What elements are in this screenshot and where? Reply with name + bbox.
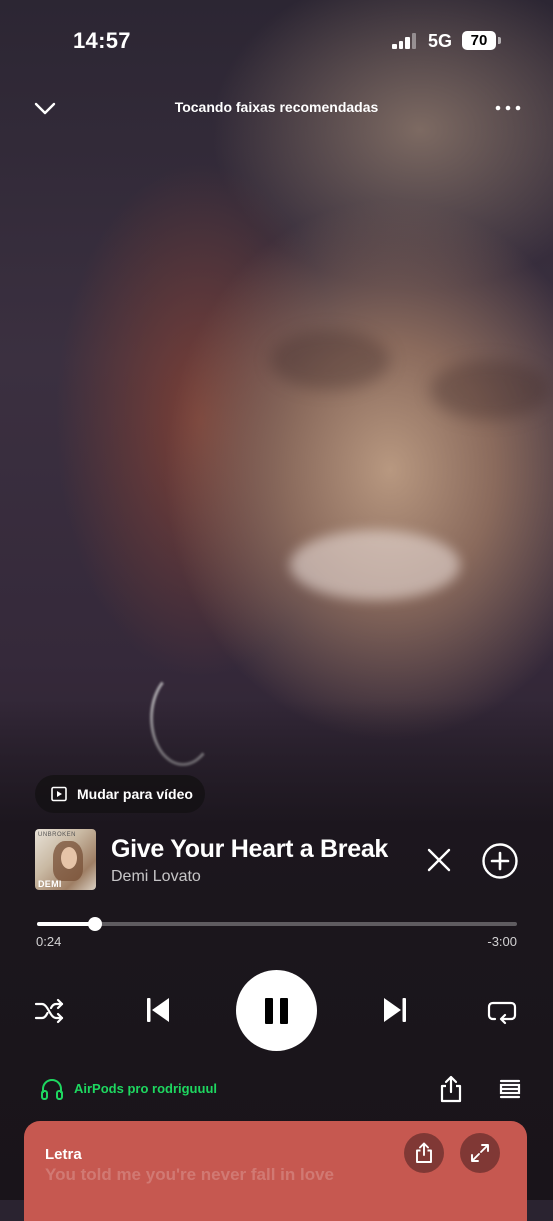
track-artist[interactable]: Demi Lovato [111,868,201,886]
album-art-title: UNBROKEN [38,832,77,838]
close-icon[interactable] [425,846,453,874]
add-to-playlist-icon[interactable] [481,842,519,880]
shuffle-icon[interactable] [34,996,66,1026]
lyrics-share-button[interactable] [404,1133,444,1173]
progress-track [37,922,517,926]
cellular-signal-icon [392,33,418,49]
playback-controls [0,968,553,1054]
playing-context-title: Tocando faixas recomendadas [174,99,379,115]
status-time: 14:57 [73,28,131,53]
playback-progress[interactable]: 0:24 -3:00 [36,917,517,958]
lyrics-title: Letra [45,1146,82,1163]
video-play-icon [51,786,67,802]
pause-button[interactable] [236,970,317,1051]
lyrics-preview-line: You told me you're never fall in love [45,1165,335,1184]
elapsed-time: 0:24 [36,934,62,949]
share-icon [416,1142,432,1163]
headphones-icon[interactable] [40,1077,64,1101]
battery-tip [498,37,501,44]
lyrics-card[interactable]: Letra You told me you're never fall in l… [24,1121,527,1221]
more-options-icon[interactable] [494,96,522,120]
network-type: 5G [428,31,453,51]
track-info: UNBROKEN DEMI LOVATO Give Your Heart a B… [35,829,525,891]
switch-to-video-button[interactable]: Mudar para vídeo [35,775,205,813]
album-art[interactable]: UNBROKEN DEMI LOVATO [35,829,96,890]
skip-next-icon[interactable] [380,995,410,1025]
chevron-down-icon[interactable] [33,96,57,120]
repeat-icon[interactable] [486,996,518,1026]
background-image-detail [430,360,550,420]
progress-fill [37,922,95,926]
connected-device-name[interactable]: AirPods pro rodriguuul [74,1081,217,1096]
switch-to-video-label: Mudar para vídeo [77,786,193,802]
skip-previous-icon[interactable] [143,995,173,1025]
progress-handle[interactable] [87,917,102,931]
status-bar: 14:57 5G 70 [0,0,553,80]
expand-icon [471,1144,489,1162]
connect-device-row: AirPods pro rodriguuul [0,1070,553,1110]
pause-icon [265,998,273,1024]
pause-icon [280,998,288,1024]
queue-icon[interactable] [497,1077,523,1101]
album-art-artist: DEMI LOVATO [38,879,76,890]
share-icon[interactable] [438,1075,464,1103]
background-image-detail [270,330,390,390]
album-art-detail [61,847,77,869]
background-image-detail [290,530,460,600]
track-title[interactable]: Give Your Heart a Break [111,835,388,864]
remaining-time: -3:00 [487,934,517,949]
lyrics-expand-button[interactable] [460,1133,500,1173]
player-header: Tocando faixas recomendadas [0,88,553,128]
battery-icon: 70 [462,31,496,50]
